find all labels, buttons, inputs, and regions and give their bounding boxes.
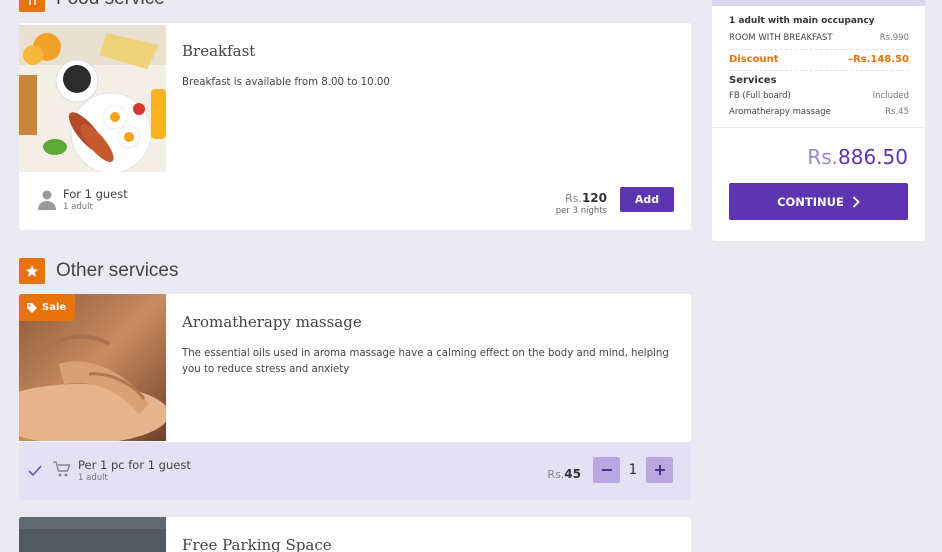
food-service-header: Food service bbox=[19, 0, 165, 12]
service-label: FB (Full board) bbox=[729, 91, 791, 101]
booking-summary: 1 adult with main occupancy ROOM WITH BR… bbox=[712, 0, 925, 241]
tag-icon bbox=[26, 302, 38, 314]
occupancy-row: 1 adult with main occupancy bbox=[729, 16, 909, 26]
massage-price: Rs.45 bbox=[547, 463, 581, 482]
price-currency: Rs. bbox=[547, 468, 565, 481]
breakfast-price: Rs.120 per 3 nights bbox=[556, 187, 607, 216]
room-price: Rs.990 bbox=[879, 33, 909, 43]
service-value: Rs.45 bbox=[885, 107, 909, 117]
continue-label: CONTINUE bbox=[777, 194, 844, 209]
total-value: 886.50 bbox=[838, 145, 908, 169]
sale-label: Sale bbox=[42, 302, 67, 313]
add-breakfast-button[interactable]: Add bbox=[620, 187, 674, 212]
other-services-header: Other services bbox=[19, 258, 178, 284]
parking-image bbox=[19, 517, 166, 552]
services-header-row: Services bbox=[729, 75, 909, 86]
plus-icon bbox=[654, 465, 665, 475]
massage-footer: Per 1 pc for 1 guest 1 adult Rs.45 1 bbox=[19, 442, 691, 500]
massage-card: Sale Aromatherapy massage The essential … bbox=[19, 294, 691, 500]
quantity-stepper: 1 bbox=[593, 457, 673, 483]
parking-title: Free Parking Space bbox=[182, 536, 332, 552]
service-row: Aromatherapy massage Rs.45 bbox=[729, 107, 909, 117]
service-row: FB (Full board) Included bbox=[729, 91, 909, 101]
services-label: Services bbox=[729, 75, 777, 86]
breakfast-image bbox=[19, 25, 166, 172]
summary-topbar bbox=[712, 0, 925, 6]
cart-icon bbox=[52, 460, 72, 478]
price-value: 45 bbox=[564, 467, 581, 481]
price-currency: Rs. bbox=[565, 192, 582, 205]
divider bbox=[729, 49, 909, 50]
section-title: Other services bbox=[56, 260, 179, 281]
massage-description: The essential oils used in aroma massage… bbox=[182, 348, 669, 375]
guest-label: Per 1 pc for 1 guest bbox=[78, 458, 191, 472]
guest-label: For 1 guest bbox=[63, 187, 128, 201]
person-icon bbox=[37, 189, 57, 211]
discount-value: –Rs.148.50 bbox=[847, 54, 909, 65]
discount-label: Discount bbox=[729, 54, 779, 65]
service-label: Aromatherapy massage bbox=[729, 107, 831, 117]
total-price: Rs.886.50 bbox=[807, 145, 908, 169]
breakfast-title: Breakfast bbox=[182, 42, 256, 60]
occupancy-label: 1 adult with main occupancy bbox=[729, 16, 875, 26]
discount-row: Discount –Rs.148.50 bbox=[729, 54, 909, 65]
section-title: Food service bbox=[56, 0, 165, 10]
continue-button[interactable]: CONTINUE bbox=[729, 183, 908, 220]
parking-card: Free Parking Space bbox=[19, 517, 691, 552]
guest-sub: 1 adult bbox=[78, 473, 108, 483]
sale-badge: Sale bbox=[19, 294, 75, 321]
increase-button[interactable] bbox=[646, 457, 673, 483]
divider bbox=[729, 70, 909, 71]
check-icon bbox=[28, 462, 42, 477]
breakfast-description: Breakfast is available from 8.00 to 10.0… bbox=[182, 77, 390, 88]
divider bbox=[712, 127, 925, 128]
decrease-button[interactable] bbox=[593, 457, 620, 483]
cutlery-icon bbox=[19, 0, 45, 12]
quantity-value: 1 bbox=[628, 462, 638, 478]
star-icon bbox=[19, 258, 45, 284]
price-value: 120 bbox=[581, 191, 607, 205]
guest-sub: 1 adult bbox=[63, 202, 93, 212]
service-value: Included bbox=[872, 91, 909, 101]
price-period: per 3 nights bbox=[555, 206, 607, 216]
total-currency: Rs. bbox=[807, 145, 839, 169]
breakfast-card: Breakfast Breakfast is available from 8.… bbox=[19, 23, 691, 230]
room-label: ROOM WITH BREAKFAST bbox=[729, 33, 833, 43]
chevron-right-icon bbox=[852, 195, 860, 208]
massage-title: Aromatherapy massage bbox=[182, 313, 362, 331]
minus-icon bbox=[601, 469, 612, 471]
room-row: ROOM WITH BREAKFAST Rs.990 bbox=[729, 33, 909, 43]
